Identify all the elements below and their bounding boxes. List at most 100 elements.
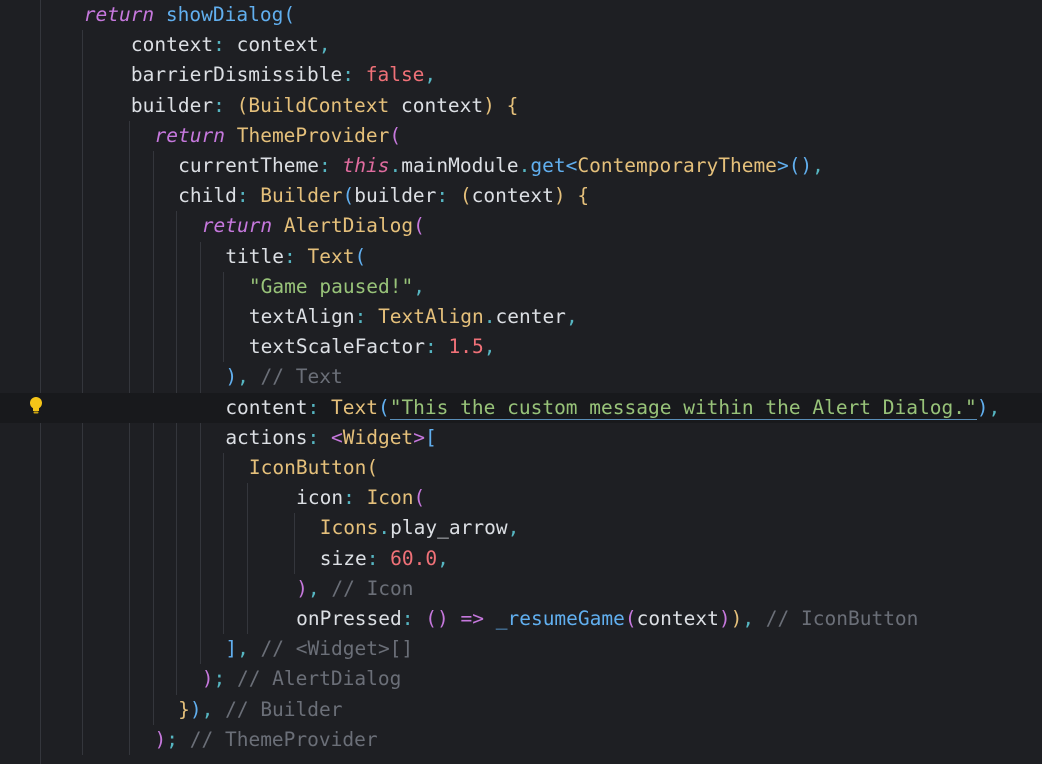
code-line[interactable]: currentTheme: this.mainModule.get<Contem… <box>0 151 1042 181</box>
code-token: ( <box>389 123 402 147</box>
code-token: title <box>225 244 285 268</box>
code-token: () <box>425 607 449 630</box>
code-token: , <box>565 305 578 328</box>
code-text: content: Text("This the custom message w… <box>225 393 1000 423</box>
code-line[interactable]: icon: Icon( <box>0 483 1042 513</box>
code-token: get <box>530 154 566 177</box>
code-token: ( <box>624 607 637 630</box>
code-token: ThemeProvider <box>236 123 390 147</box>
code-text: ], // <Widget>[] <box>225 634 413 664</box>
code-text: currentTheme: this.mainModule.get<Contem… <box>178 151 824 181</box>
code-token: . <box>518 154 531 177</box>
code-token: // Text <box>260 365 343 389</box>
code-token: // Builder <box>225 697 343 721</box>
code-line[interactable]: onPressed: () => _resumeGame(context)), … <box>0 604 1042 634</box>
code-token: ) <box>201 667 214 691</box>
code-token: : <box>307 395 331 419</box>
code-text: Icons.play_arrow, <box>320 513 520 543</box>
code-token: { <box>577 184 590 208</box>
code-token: ) <box>553 184 566 208</box>
code-text: actions: <Widget>[ <box>225 423 436 453</box>
code-token: ; <box>166 727 190 751</box>
code-text: IconButton( <box>249 453 378 483</box>
code-token: ) <box>296 576 308 600</box>
code-token: currentTheme <box>178 154 319 177</box>
code-token: 1.5 <box>448 335 484 359</box>
code-line[interactable]: ), // Icon <box>0 574 1042 604</box>
code-line[interactable]: textAlign: TextAlign.center, <box>0 302 1042 332</box>
code-line[interactable]: child: Builder(builder: (context) { <box>0 181 1042 211</box>
code-token: builder <box>354 184 437 208</box>
code-token: > <box>413 425 425 449</box>
code-token: : <box>366 546 391 570</box>
code-token: ( <box>283 3 296 26</box>
code-text: icon: Icon( <box>296 483 425 513</box>
code-editor[interactable]: return showDialog(context: context, barri… <box>0 0 1042 764</box>
code-token: : <box>343 486 367 510</box>
code-token: , <box>318 33 331 57</box>
code-text: }), // Builder <box>178 695 342 725</box>
code-line[interactable]: "Game paused!", <box>0 272 1042 302</box>
code-token: . <box>378 516 391 540</box>
code-line[interactable]: ], // <Widget>[] <box>0 634 1042 664</box>
code-token: ] <box>225 637 238 661</box>
code-token: content <box>225 395 308 419</box>
code-token: return <box>154 123 225 147</box>
code-token: ( <box>236 93 249 117</box>
code-token: AlertDialog <box>283 214 414 238</box>
code-line[interactable]: content: Text("This the custom message w… <box>0 392 1042 423</box>
code-line[interactable]: ), // Text <box>0 362 1042 392</box>
code-line[interactable]: textScaleFactor: 1.5, <box>0 332 1042 362</box>
code-token: { <box>506 93 519 117</box>
code-token: TextAlign <box>378 305 484 328</box>
code-token: ( <box>377 395 390 419</box>
code-line[interactable]: return ThemeProvider( <box>0 121 1042 151</box>
code-line[interactable]: IconButton( <box>0 453 1042 483</box>
code-token: actions <box>225 425 308 449</box>
code-line[interactable]: return showDialog( <box>0 0 1042 30</box>
code-token: ( <box>342 184 355 208</box>
code-line[interactable]: builder: (BuildContext context) { <box>0 91 1042 121</box>
code-token: , <box>812 154 824 177</box>
code-text: onPressed: () => _resumeGame(context)), … <box>296 604 918 634</box>
code-token: , <box>437 546 449 570</box>
code-text: size: 60.0, <box>320 544 449 574</box>
code-token: < <box>330 425 343 449</box>
code-line[interactable]: actions: <Widget>[ <box>0 423 1042 453</box>
code-token: false <box>365 63 425 87</box>
code-line[interactable]: ); // ThemeProvider <box>0 725 1042 755</box>
code-token: : <box>436 184 460 208</box>
code-line[interactable]: }), // Builder <box>0 695 1042 725</box>
code-token: Icons <box>319 516 379 540</box>
code-line[interactable]: ); // AlertDialog <box>0 664 1042 694</box>
code-token: builder <box>130 93 214 117</box>
code-line[interactable]: Icons.play_arrow, <box>0 513 1042 543</box>
code-token: textAlign <box>248 305 355 328</box>
lightbulb-icon[interactable] <box>29 396 43 416</box>
code-token: : <box>319 154 343 177</box>
code-line[interactable]: context: context, <box>0 30 1042 60</box>
code-line[interactable]: title: Text( <box>0 242 1042 272</box>
code-token: // Icon <box>331 576 414 600</box>
code-token: Widget <box>342 425 414 449</box>
code-token: : <box>213 93 237 117</box>
code-text: context: context, <box>131 30 331 60</box>
code-token: "Game paused!" <box>248 274 414 298</box>
code-token: > <box>776 154 789 177</box>
code-token: ( <box>413 214 425 238</box>
code-token: context <box>471 184 554 208</box>
code-token: ) <box>189 697 202 721</box>
code-token: // ThemeProvider <box>189 727 378 751</box>
code-token: , <box>237 365 261 389</box>
code-line[interactable]: size: 60.0, <box>0 544 1042 574</box>
code-line[interactable]: return AlertDialog( <box>0 211 1042 241</box>
code-token: < <box>565 154 578 177</box>
code-token: : <box>284 244 308 268</box>
code-text: title: Text( <box>225 242 366 272</box>
code-token: : <box>425 335 449 359</box>
code-line[interactable]: barrierDismissible: false, <box>0 60 1042 90</box>
code-token: IconButton <box>248 456 367 479</box>
